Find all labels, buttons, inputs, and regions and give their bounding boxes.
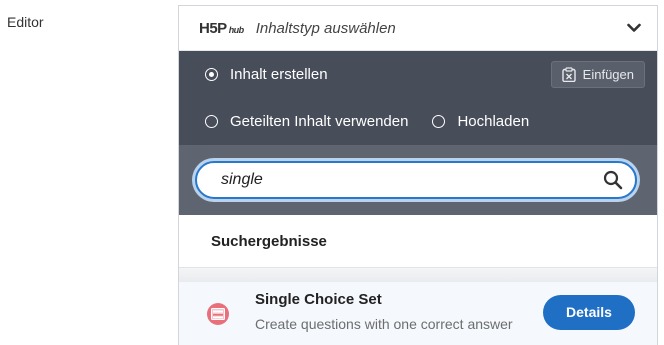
logo-main: H5P [199, 19, 227, 37]
result-item-single-choice-set[interactable]: Single Choice Set Create questions with … [179, 282, 657, 345]
options-row-1: Inhalt erstellen Einfügen [179, 51, 657, 98]
search-input[interactable] [219, 170, 603, 190]
radio-shared-content[interactable]: Geteilten Inhalt verwenden [205, 113, 408, 130]
single-choice-set-icon [207, 303, 229, 325]
hub-title: Inhaltstyp auswählen [255, 19, 396, 37]
radio-shared-label: Geteilten Inhalt verwenden [230, 113, 409, 130]
search-box[interactable] [195, 161, 637, 199]
result-description: Create questions with one correct answer [255, 315, 513, 332]
h5p-hub-logo: H5P hub [199, 20, 244, 37]
editor-label: Editor [7, 14, 44, 30]
options-row-2: Geteilten Inhalt verwenden Hochladen [179, 98, 657, 145]
paste-label: Einfügen [582, 67, 634, 82]
paste-button[interactable]: Einfügen [550, 61, 645, 88]
radio-create-label: Inhalt erstellen [230, 66, 328, 83]
chevron-down-icon[interactable] [623, 17, 645, 39]
hub-header[interactable]: H5P hub Inhaltstyp auswählen [179, 6, 657, 51]
search-area [179, 145, 657, 215]
results-heading: Suchergebnisse [179, 215, 657, 267]
clipboard-icon [561, 67, 576, 82]
logo-sub: hub [228, 24, 245, 35]
radio-upload[interactable]: Hochladen [432, 113, 529, 130]
radio-upload-label: Hochladen [457, 113, 530, 130]
details-button[interactable]: Details [543, 294, 635, 330]
result-text: Single Choice Set Create questions with … [255, 291, 543, 332]
results-divider [179, 267, 657, 282]
result-title: Single Choice Set [255, 290, 382, 308]
radio-create-content[interactable]: Inhalt erstellen [205, 66, 328, 83]
radio-unchecked-icon [205, 115, 218, 128]
radio-checked-icon [205, 68, 218, 81]
content-options: Inhalt erstellen Einfügen Geteilten Inha… [179, 51, 657, 145]
search-icon[interactable] [603, 170, 623, 190]
radio-unchecked-icon [432, 115, 446, 128]
h5p-hub-panel: H5P hub Inhaltstyp auswählen Inhalt erst… [178, 5, 658, 345]
